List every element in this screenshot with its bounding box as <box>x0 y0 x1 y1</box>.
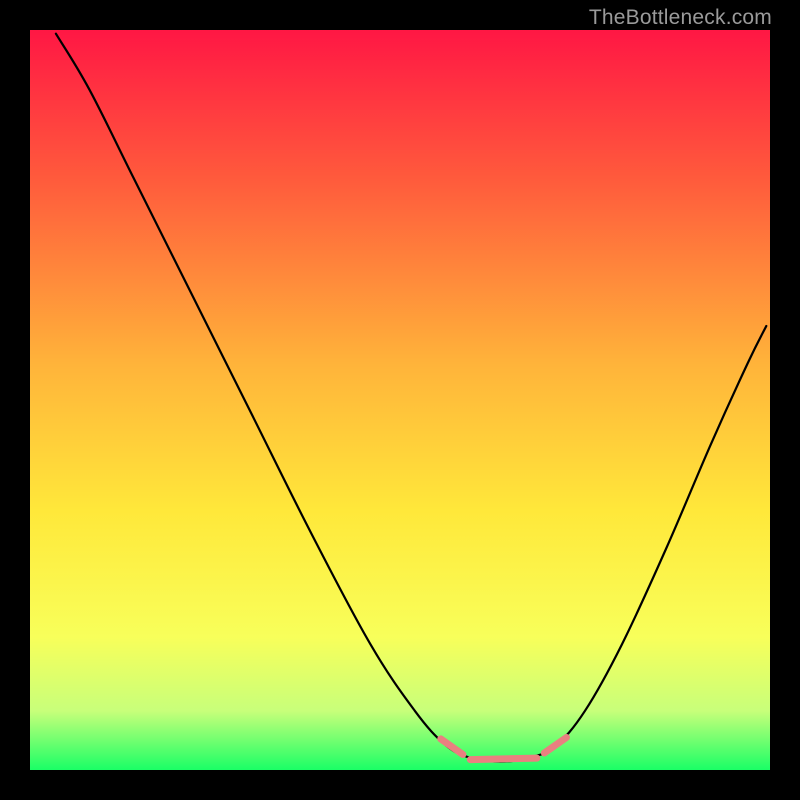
watermark-text: TheBottleneck.com <box>589 6 772 30</box>
series-bottom-mark-flat <box>470 758 537 759</box>
chart-svg <box>30 30 770 770</box>
chart-frame: TheBottleneck.com <box>0 0 800 800</box>
gradient-background <box>30 30 770 770</box>
plot-area <box>30 30 770 770</box>
